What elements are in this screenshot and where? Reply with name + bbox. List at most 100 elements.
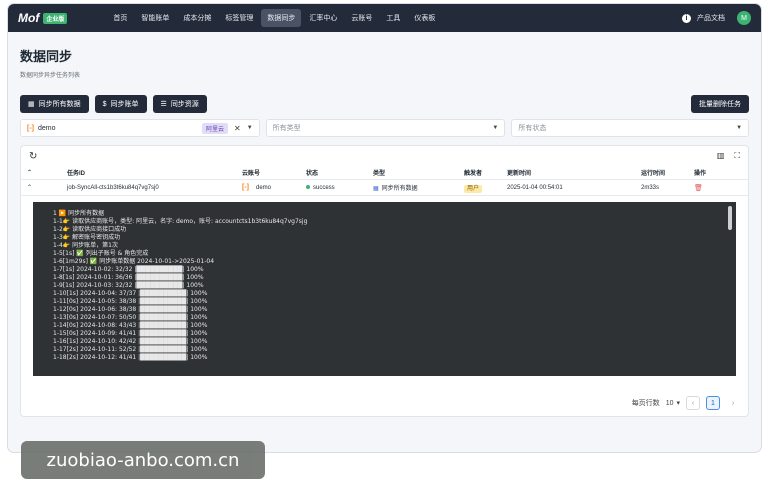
nav-item-6[interactable]: 云账号: [345, 9, 378, 27]
header-type[interactable]: 类型: [373, 168, 464, 177]
log-line: 1-10[1s] 2024-10-04: 37/37 |██████████| …: [53, 290, 208, 297]
header-actions: 操作: [694, 171, 707, 177]
row-type: ▦ 同步所有数据: [373, 183, 464, 192]
row-type-text: 同步所有数据: [381, 186, 418, 192]
log-line: 1-7[1s] 2024-10-02: 32/32 |██████████| 1…: [53, 266, 204, 273]
provider-tag: 阿里云: [202, 122, 229, 134]
prev-page-button[interactable]: ‹: [686, 396, 700, 410]
log-line: 1-18[2s] 2024-10-12: 41/41 |██████████| …: [53, 354, 208, 361]
type-filter-placeholder: 所有类型: [272, 125, 301, 132]
sync-resources-label: 同步资源: [170, 101, 199, 108]
expand-all-icon[interactable]: ⌃: [21, 169, 67, 176]
header-updated[interactable]: 更新时间: [507, 168, 641, 177]
log-line: 1-5[1s] ✅ 列出子账号 & 角色完成: [53, 250, 149, 257]
info-icon[interactable]: i: [682, 13, 691, 23]
main-content: 数据同步 数据同步异步任务列表 ▦ 同步所有数据 $ 同步账单 ☰ 同步资源 批…: [8, 32, 761, 417]
rows-per-page-label: 每页行数: [631, 400, 660, 407]
nav-item-3[interactable]: 标签管理: [219, 9, 259, 27]
columns-icon[interactable]: ▥: [717, 151, 725, 161]
grid-icon: ▦: [28, 101, 35, 108]
sync-bills-button[interactable]: $ 同步账单: [94, 95, 147, 113]
refresh-icon[interactable]: ↻: [29, 151, 37, 162]
nav-item-1[interactable]: 智能账单: [135, 9, 175, 27]
nav-item-5[interactable]: 汇率中心: [303, 9, 343, 27]
header-duration[interactable]: 运行时间: [641, 168, 694, 177]
log-scrollbar[interactable]: [728, 206, 732, 230]
log-line: 1-14[0s] 2024-10-08: 43/43 |██████████| …: [53, 322, 208, 329]
log-line: 1-17[2s] 2024-10-11: 52/52 |██████████| …: [53, 346, 208, 353]
table-row[interactable]: ⌃ job-SyncAll-cts1b3t6ku84q7vg7sj0 [-] d…: [21, 180, 748, 196]
header-task-id[interactable]: 任务ID: [67, 168, 242, 177]
table-header: ⌃ 任务ID 云账号 状态 类型 触发者 更新时间 运行时间 操作: [21, 166, 748, 180]
logo[interactable]: Mof 企业版: [18, 11, 68, 25]
nav-item-8[interactable]: 仪表板: [408, 9, 441, 27]
nav-item-0[interactable]: 首页: [107, 9, 133, 27]
header-account[interactable]: 云账号: [242, 168, 306, 177]
chevron-down-icon[interactable]: ▼: [247, 125, 253, 131]
sync-resources-button[interactable]: ☰ 同步资源: [152, 95, 207, 113]
log-panel[interactable]: 1 ▶️ 同步所有数据 1-1👉 读取供应商账号，类型: 阿里云，名字: demo…: [33, 202, 736, 376]
log-lines: 1 ▶️ 同步所有数据 1-1👉 读取供应商账号，类型: 阿里云，名字: demo…: [53, 210, 736, 362]
log-line: 1-8[1s] 2024-10-01: 36/36 |██████████| 1…: [53, 274, 204, 281]
log-line: 1-3👉 解密账号密钥成功: [53, 234, 121, 241]
watermark: zuobiao-anbo.com.cn: [21, 441, 265, 479]
logo-text: Mof: [18, 11, 40, 25]
page-1-button[interactable]: 1: [706, 396, 720, 410]
fullscreen-icon[interactable]: ⛶: [734, 151, 740, 161]
log-line: 1-13[0s] 2024-10-07: 50/50 |██████████| …: [53, 314, 208, 321]
database-icon: ☰: [160, 101, 167, 108]
docs-link[interactable]: 产品文档: [697, 13, 725, 23]
log-line: 1-4👉 同步账单，第1次: [53, 242, 118, 249]
task-table-card: ↻ ▥ ⛶ ⌃ 任务ID 云账号 状态 类型 触发者 更新时间 运行时间 操作 …: [20, 145, 749, 417]
page-title: 数据同步: [20, 49, 73, 64]
log-line: 1-6[1m29s] ✅ 同步账单数据 2024-10-01->2025-01-…: [53, 258, 215, 265]
log-line: 1-9[1s] 2024-10-03: 32/32 |██████████| 1…: [53, 282, 204, 289]
dollar-icon: $: [102, 100, 107, 108]
nav-item-2[interactable]: 成本分摊: [177, 9, 217, 27]
chevron-down-icon: ▼: [736, 125, 743, 131]
trash-icon[interactable]: 🗑: [694, 185, 703, 192]
row-trigger: 用户: [464, 183, 507, 193]
log-line: 1-2👉 读取供应商接口成功: [53, 226, 127, 233]
row-duration: 2m33s: [641, 184, 660, 191]
status-filter-placeholder: 所有状态: [518, 125, 547, 132]
nav-item-4[interactable]: 数据同步: [261, 9, 302, 27]
action-row: ▦ 同步所有数据 $ 同步账单 ☰ 同步资源 批量删除任务: [20, 95, 749, 113]
nav-menu: 首页 智能账单 成本分摊 标签管理 数据同步 汇率中心 云账号 工具 仪表板: [107, 9, 441, 27]
clear-icon[interactable]: ✕: [234, 124, 241, 133]
status-filter[interactable]: 所有状态 ▼: [511, 119, 750, 137]
log-line: 1-1👉 读取供应商账号，类型: 阿里云，名字: demo，账号: accoun…: [53, 218, 308, 225]
pagination: 每页行数 10 ▾ ‹ 1 ›: [632, 396, 740, 410]
task-id: job-SyncAll-cts1b3t6ku84q7vg7sj0: [67, 184, 159, 191]
header-trigger[interactable]: 触发者: [464, 168, 507, 177]
batch-delete-button[interactable]: 批量删除任务: [691, 95, 749, 113]
collapse-row-icon[interactable]: ⌃: [21, 184, 67, 191]
row-status-text: success: [313, 184, 335, 191]
chevron-down-icon: ▾: [676, 400, 680, 407]
next-page-button[interactable]: ›: [726, 396, 740, 410]
sync-all-button[interactable]: ▦ 同步所有数据: [20, 95, 89, 113]
edition-badge: 企业版: [43, 12, 68, 24]
app-window: Mof 企业版 首页 智能账单 成本分摊 标签管理 数据同步 汇率中心 云账号 工具 仪表板 i…: [8, 4, 761, 452]
grid-icon: ▦: [373, 186, 379, 192]
row-actions: 🗑: [694, 184, 724, 192]
row-updated: 2025-01-04 00:54:01: [507, 184, 563, 191]
avatar[interactable]: M: [737, 11, 751, 25]
account-filter-value: demo: [38, 124, 56, 132]
log-line: 1-16[1s] 2024-10-10: 42/42 |██████████| …: [53, 338, 208, 345]
sync-all-label: 同步所有数据: [38, 101, 81, 108]
page-subtitle: 数据同步异步任务列表: [20, 73, 81, 79]
header-status[interactable]: 状态: [306, 168, 373, 177]
table-toolbar: ↻ ▥ ⛶: [21, 146, 748, 166]
sync-bills-label: 同步账单: [110, 101, 139, 108]
row-account: [-] demo: [242, 184, 306, 191]
nav-item-7[interactable]: 工具: [380, 9, 406, 27]
account-filter[interactable]: [-] demo 阿里云 ✕ ▼: [20, 119, 260, 137]
log-line: 1-11[0s] 2024-10-05: 38/38 |██████████| …: [53, 298, 208, 305]
nav-right: i 产品文档 M: [682, 11, 751, 25]
rows-per-page-select[interactable]: 10 ▾: [666, 399, 680, 408]
log-line: 1 ▶️ 同步所有数据: [53, 210, 105, 217]
log-line: 1-15[0s] 2024-10-09: 41/41 |██████████| …: [53, 330, 208, 337]
row-account-name: demo: [256, 184, 272, 191]
type-filter[interactable]: 所有类型 ▼: [265, 119, 506, 137]
